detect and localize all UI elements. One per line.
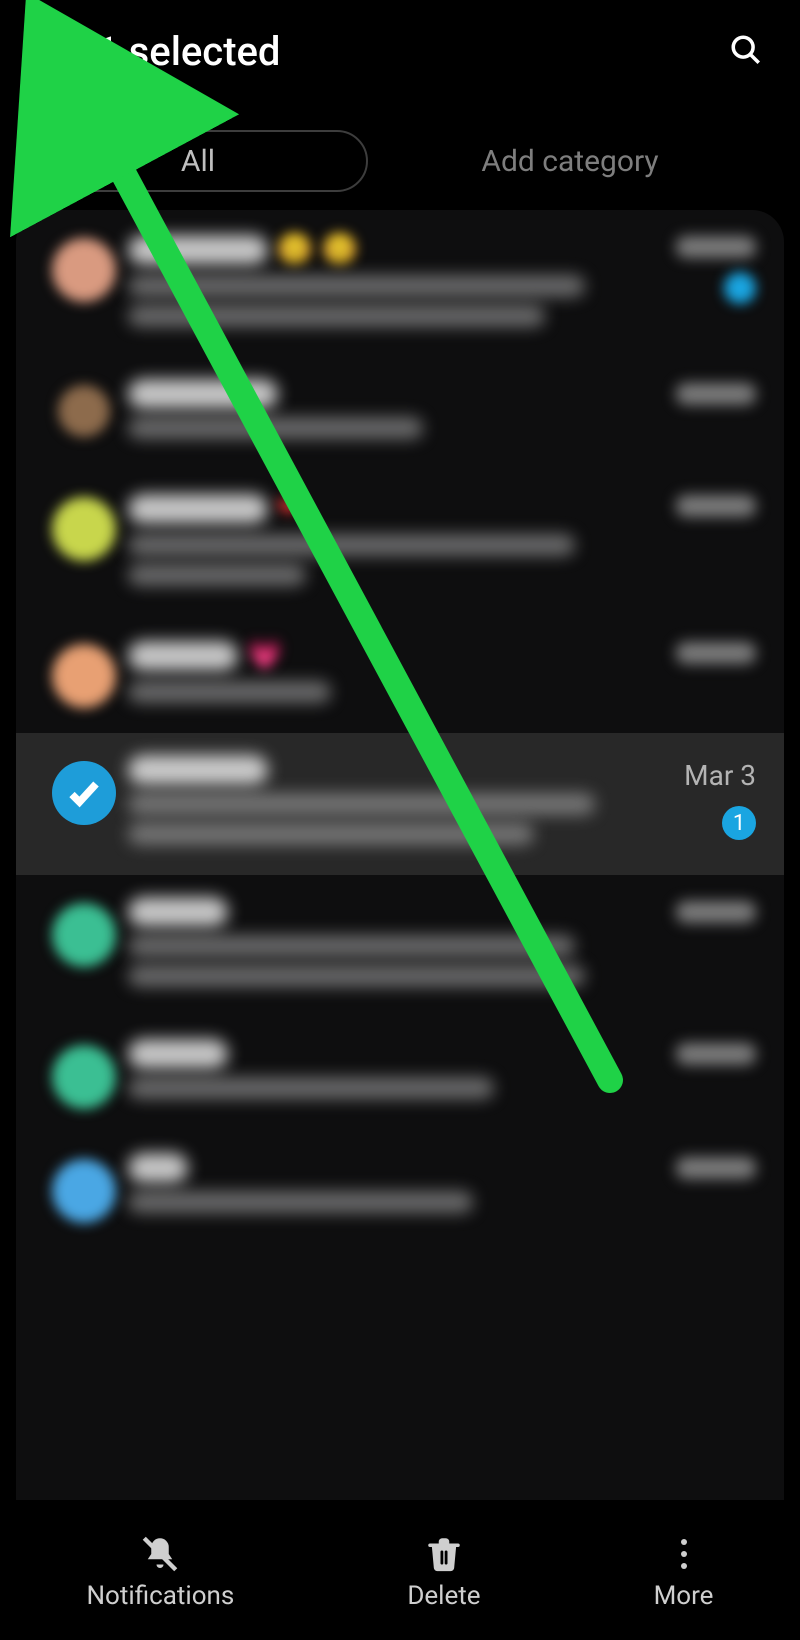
conversation-time bbox=[676, 236, 756, 258]
conversation-item[interactable] bbox=[16, 357, 784, 469]
conversation-time bbox=[676, 495, 756, 517]
select-all-button[interactable]: All bbox=[24, 24, 68, 99]
conversation-time bbox=[676, 1043, 756, 1065]
avatar bbox=[52, 238, 116, 302]
unread-indicator-icon bbox=[724, 272, 756, 304]
avatar bbox=[52, 644, 116, 708]
avatar bbox=[52, 1045, 116, 1109]
conversation-item[interactable]: ❤ bbox=[16, 469, 784, 616]
notifications-button[interactable]: Notifications bbox=[87, 1533, 235, 1611]
conversation-item[interactable] bbox=[16, 1131, 784, 1245]
add-category-button[interactable]: Add category bbox=[368, 144, 772, 179]
notifications-label: Notifications bbox=[87, 1581, 235, 1611]
unread-count-badge: 1 bbox=[722, 806, 756, 840]
conversation-item[interactable]: 😊😊 bbox=[16, 210, 784, 357]
avatar bbox=[58, 385, 110, 437]
bell-off-icon bbox=[139, 1533, 181, 1575]
conversation-item[interactable] bbox=[16, 1017, 784, 1131]
bottom-action-bar: Notifications Delete More bbox=[0, 1500, 800, 1640]
select-all-label: All bbox=[33, 74, 58, 99]
conversation-item[interactable] bbox=[16, 875, 784, 1017]
select-all-checkbox-icon bbox=[24, 24, 68, 68]
trash-icon bbox=[423, 1533, 465, 1575]
delete-button[interactable]: Delete bbox=[407, 1533, 480, 1611]
conversation-list: 😊😊 ❤ bbox=[16, 210, 784, 1500]
conversation-time bbox=[676, 383, 756, 405]
avatar bbox=[52, 497, 116, 561]
delete-label: Delete bbox=[407, 1581, 480, 1611]
conversation-item[interactable]: 💗 bbox=[16, 616, 784, 733]
more-label: More bbox=[654, 1581, 714, 1611]
search-button[interactable] bbox=[724, 28, 768, 72]
avatar bbox=[52, 1159, 116, 1223]
selected-check-icon bbox=[52, 761, 116, 825]
more-vertical-icon bbox=[681, 1533, 687, 1575]
more-button[interactable]: More bbox=[654, 1533, 714, 1611]
avatar bbox=[52, 903, 116, 967]
conversation-item-selected[interactable]: Mar 3 1 bbox=[16, 733, 784, 875]
search-icon bbox=[729, 33, 763, 67]
category-tab-row: All Add category bbox=[0, 120, 800, 210]
conversation-time bbox=[676, 901, 756, 923]
conversation-time bbox=[676, 1157, 756, 1179]
conversation-time bbox=[676, 642, 756, 664]
selection-header: All 1 selected bbox=[0, 0, 800, 120]
selection-count-title: 1 selected bbox=[96, 28, 280, 75]
conversation-time: Mar 3 bbox=[684, 759, 756, 792]
tab-all[interactable]: All bbox=[28, 130, 368, 192]
